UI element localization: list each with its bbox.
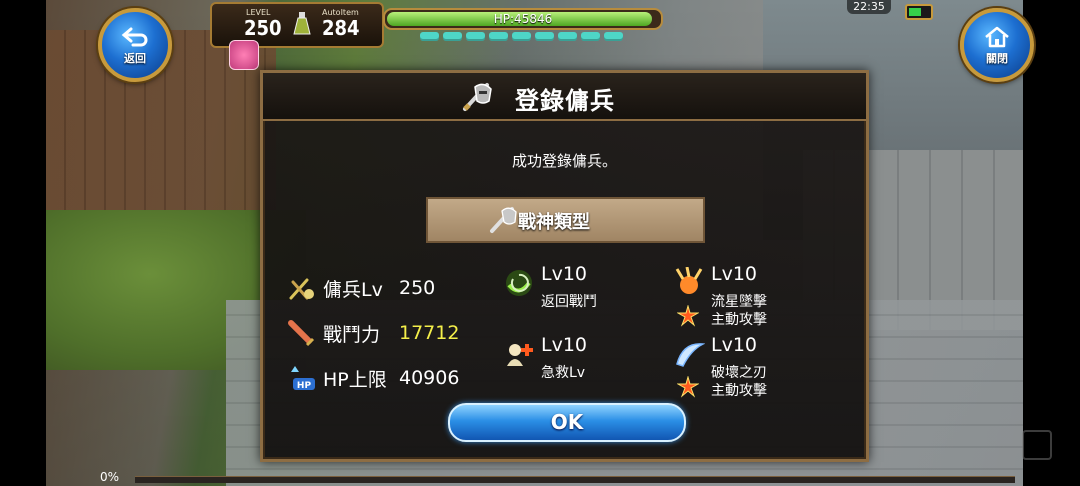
register-mercenary-dialog: 登錄傭兵 成功登錄傭兵。 戰神類型 傭兵Lv 250 戰鬥力 17712 HP — [260, 70, 869, 462]
active-attack-icon — [677, 376, 699, 398]
sp-segment — [535, 32, 554, 41]
progress-percent: 0% — [100, 470, 120, 484]
sp-segment — [558, 32, 577, 41]
sp-segment — [443, 32, 462, 41]
svg-text:HP: HP — [297, 381, 312, 391]
sp-segment — [489, 32, 508, 41]
stat-label: 傭兵Lv — [323, 278, 383, 301]
skill-name: 返回戰鬥 — [541, 294, 597, 310]
active-attack-icon — [677, 305, 699, 327]
dialog-title: 登錄傭兵 — [515, 87, 615, 115]
hp-text: HP:45846 — [493, 12, 553, 26]
war-god-icon — [490, 207, 517, 233]
stat-value: 40906 — [399, 367, 460, 389]
stat-label: 戰鬥力 — [323, 323, 381, 346]
stat-value: 250 — [399, 277, 436, 299]
home-icon — [985, 26, 1009, 47]
potion-icon — [293, 12, 311, 35]
skill-name: 急救Lv — [541, 365, 586, 381]
skill-level: Lv10 — [541, 334, 588, 356]
back-label: 返回 — [124, 51, 146, 65]
success-message: 成功登錄傭兵。 — [511, 152, 617, 170]
return-battle-icon — [506, 270, 532, 296]
hp-bar: HP:45846 — [383, 8, 663, 30]
skill-type: 主動攻擊 — [711, 312, 767, 328]
skill-type: 主動攻擊 — [711, 383, 767, 399]
stat-value-highlight: 17712 — [399, 322, 460, 344]
clock: 22:35 — [847, 0, 891, 14]
skill-name: 破壞之刃 — [711, 365, 767, 381]
mercenary-icon — [289, 278, 314, 300]
close-button[interactable]: 關閉 — [960, 8, 1034, 82]
stat-row-hp: HP HP上限 40906 — [287, 363, 459, 393]
progress-bar — [135, 476, 1015, 483]
skill-level: Lv10 — [711, 334, 758, 356]
sp-segment — [581, 32, 600, 41]
return-arrow-icon — [121, 27, 148, 46]
blade-icon — [676, 343, 705, 367]
battery-icon — [905, 4, 933, 20]
stat-row-level: 傭兵Lv 250 — [287, 273, 435, 303]
sp-segment — [604, 32, 623, 41]
first-aid-icon — [507, 344, 533, 366]
mercenary-type-label: 戰神類型 — [518, 212, 590, 233]
dialog-titlebar: 登錄傭兵 — [263, 73, 866, 121]
back-button[interactable]: 返回 — [98, 8, 172, 82]
sword-icon — [288, 320, 315, 347]
sp-segment — [466, 32, 485, 41]
skill-name: 流星墜擊 — [711, 294, 767, 310]
skill-level: Lv10 — [711, 263, 758, 285]
skill-level: Lv10 — [541, 263, 588, 285]
ok-button[interactable]: OK — [448, 403, 686, 442]
autoitem-value: 284 — [322, 16, 360, 40]
mercenary-helmet-icon — [463, 83, 492, 111]
stat-label: HP上限 — [323, 368, 387, 391]
sp-segment — [420, 32, 439, 41]
stat-row-power: 戰鬥力 17712 — [287, 318, 459, 348]
system-overlay-button[interactable] — [1022, 430, 1052, 460]
level-value: 250 — [244, 16, 282, 40]
meteor-icon — [675, 267, 703, 294]
sp-segment — [512, 32, 531, 41]
mercenary-type-banner: 戰神類型 — [426, 197, 705, 243]
close-label: 關閉 — [986, 51, 1008, 65]
gift-icon[interactable] — [229, 40, 259, 70]
hp-up-icon: HP — [291, 366, 315, 391]
sp-segments — [420, 32, 623, 41]
